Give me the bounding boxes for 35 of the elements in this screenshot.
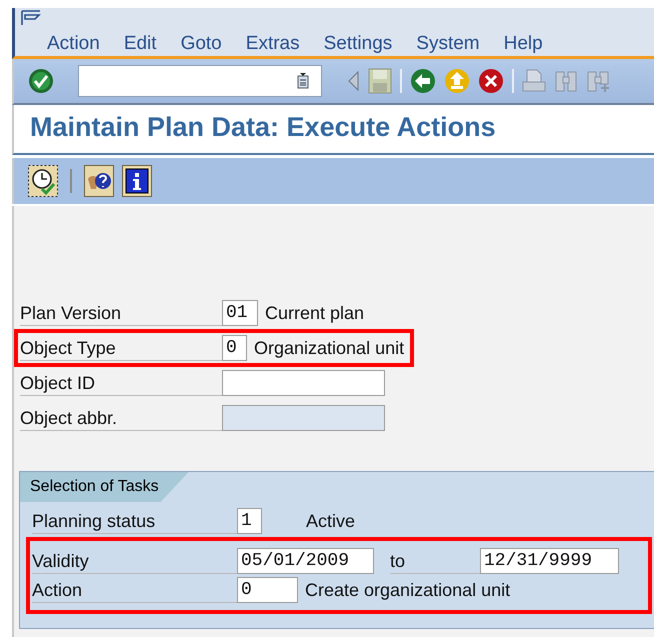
field-description: Active: [306, 510, 356, 532]
input-field[interactable]: 1: [237, 508, 262, 534]
checkmark-icon[interactable]: [28, 68, 54, 94]
field-description: Create organizational unit: [305, 580, 510, 600]
input-field[interactable]: 05/01/2009: [237, 548, 374, 574]
clipboard-icon[interactable]: [297, 73, 309, 89]
menu-item[interactable]: Goto: [180, 33, 222, 55]
menu-item[interactable]: Extras: [246, 33, 300, 55]
print-icon[interactable]: [522, 69, 546, 93]
screen-title: Maintain Plan Data: Execute Actions: [30, 111, 497, 144]
input-field[interactable]: 12/31/9999: [480, 548, 619, 574]
input-field[interactable]: 0: [222, 335, 247, 361]
clock-check-icon[interactable]: [28, 165, 58, 197]
find-next-icon[interactable]: [586, 69, 610, 93]
input-field[interactable]: 01: [222, 300, 258, 326]
input-field[interactable]: [222, 405, 385, 431]
save-icon[interactable]: [368, 68, 392, 94]
info-icon[interactable]: [122, 165, 152, 197]
menu-item[interactable]: Settings: [324, 33, 392, 55]
menu-item[interactable]: Action: [47, 33, 100, 55]
input-field[interactable]: 0: [237, 577, 298, 603]
back-arrow-icon[interactable]: [346, 70, 360, 92]
field-description: Organizational unit: [254, 338, 404, 358]
help-icon[interactable]: [84, 165, 114, 197]
exit-icon[interactable]: [444, 68, 470, 94]
command-field[interactable]: [78, 65, 322, 97]
back-icon[interactable]: [410, 68, 436, 94]
find-icon[interactable]: [554, 69, 578, 93]
field-description: Current plan: [265, 302, 364, 324]
menu-item[interactable]: Help: [504, 33, 543, 55]
menu-item[interactable]: Edit: [124, 33, 157, 55]
menu-icon[interactable]: [21, 10, 41, 28]
cancel-icon[interactable]: [478, 68, 504, 94]
menu-item[interactable]: System: [416, 33, 480, 55]
input-field[interactable]: [222, 370, 385, 396]
